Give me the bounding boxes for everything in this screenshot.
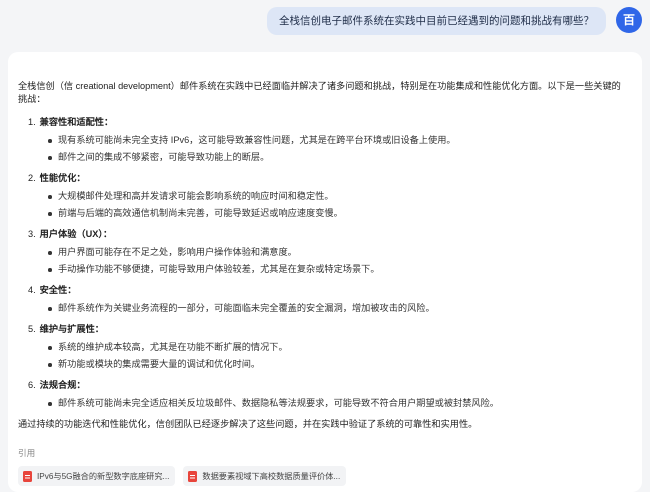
section-title: 5. 维护与扩展性： [28, 323, 630, 336]
list-item: 新功能或模块的集成需要大量的调试和优化时间。 [48, 358, 630, 371]
section-ux: 3. 用户体验（UX）： 用户界面可能存在不足之处，影响用户操作体验和满意度。 手… [18, 228, 630, 276]
section-title-text: 用户体验（UX）： [39, 229, 113, 239]
list-item: 系统的维护成本较高，尤其是在功能不断扩展的情况下。 [48, 341, 630, 354]
answer-summary: 通过持续的功能迭代和性能优化，信创团队已经逐步解决了这些问题，并在实践中验证了系… [18, 419, 478, 429]
section-title: 3. 用户体验（UX）： [28, 228, 630, 241]
section-title-text: 法规合规： [39, 380, 86, 390]
reference-title: IPv6与5G融合的新型数字底座研究... [37, 471, 170, 481]
section-title-text: 安全性： [39, 285, 77, 295]
section-number: 1. [28, 117, 36, 127]
reference-title: 数据要素视域下高校数据质量评价体... [202, 471, 341, 481]
assistant-answer-card: 全栈信创（信 creational development）邮件系统在实践中已经… [8, 52, 642, 492]
answer-intro: 全栈信创（信 creational development）邮件系统在实践中已经… [18, 81, 621, 104]
pdf-icon [188, 470, 198, 482]
section-compliance: 6. 法规合规： 邮件系统可能尚未完全适应相关反垃圾邮件、数据隐私等法规要求，可能… [18, 379, 630, 410]
section-number: 6. [28, 380, 36, 390]
section-maintenance: 5. 维护与扩展性： 系统的维护成本较高，尤其是在功能不断扩展的情况下。 新功能或… [18, 323, 630, 371]
list-item: 邮件系统可能尚未完全适应相关反垃圾邮件、数据隐私等法规要求，可能导致不符合用户期… [48, 397, 630, 410]
section-number: 4. [28, 285, 36, 295]
list-item: 大规模邮件处理和高并发请求可能会影响系统的响应时间和稳定性。 [48, 190, 630, 203]
references-list: IPv6与5G融合的新型数字底座研究... 数据要素视域下高校数据质量评价体..… [18, 466, 630, 486]
list-item: 邮件系统作为关键业务流程的一部分，可能面临未完全覆盖的安全漏洞，增加被攻击的风险… [48, 302, 630, 315]
bullet-list: 现有系统可能尚未完全支持 IPv6，这可能导致兼容性问题，尤其是在跨平台环境或旧… [18, 134, 630, 164]
user-message-row: 全栈信创电子邮件系统在实践中目前已经遇到的问题和挑战有哪些？ 百 [8, 7, 642, 35]
bullet-list: 用户界面可能存在不足之处，影响用户操作体验和满意度。 手动操作功能不够便捷，可能… [18, 246, 630, 276]
reference-item[interactable]: 数据要素视域下高校数据质量评价体... [183, 466, 347, 486]
user-question-bubble: 全栈信创电子邮件系统在实践中目前已经遇到的问题和挑战有哪些？ [267, 7, 606, 35]
reference-item[interactable]: IPv6与5G融合的新型数字底座研究... [18, 466, 176, 486]
references-label: 引用 [18, 448, 36, 458]
list-item: 手动操作功能不够便捷，可能导致用户体验较差，尤其是在复杂或特定场景下。 [48, 263, 630, 276]
list-item: 现有系统可能尚未完全支持 IPv6，这可能导致兼容性问题，尤其是在跨平台环境或旧… [48, 134, 630, 147]
section-title: 1. 兼容性和适配性： [28, 116, 630, 129]
bullet-list: 大规模邮件处理和高并发请求可能会影响系统的响应时间和稳定性。 前端与后端的高效通… [18, 190, 630, 220]
section-security: 4. 安全性： 邮件系统作为关键业务流程的一部分，可能面临未完全覆盖的安全漏洞，增… [18, 284, 630, 315]
section-number: 2. [28, 173, 36, 183]
bullet-list: 邮件系统作为关键业务流程的一部分，可能面临未完全覆盖的安全漏洞，增加被攻击的风险… [18, 302, 630, 315]
pdf-icon [23, 470, 32, 482]
section-title-text: 性能优化： [39, 173, 86, 183]
section-compatibility: 1. 兼容性和适配性： 现有系统可能尚未完全支持 IPv6，这可能导致兼容性问题，… [18, 116, 630, 164]
section-number: 5. [28, 324, 36, 334]
section-title: 6. 法规合规： [28, 379, 630, 392]
list-item: 前端与后端的高效通信机制尚未完善，可能导致延迟或响应速度变慢。 [48, 207, 630, 220]
user-avatar[interactable]: 百 [616, 7, 642, 33]
section-title-text: 兼容性和适配性： [39, 117, 114, 127]
section-title-text: 维护与扩展性： [39, 324, 104, 334]
section-number: 3. [28, 229, 36, 239]
section-title: 4. 安全性： [28, 284, 630, 297]
section-title: 2. 性能优化： [28, 172, 630, 185]
section-performance: 2. 性能优化： 大规模邮件处理和高并发请求可能会影响系统的响应时间和稳定性。 前… [18, 172, 630, 220]
bullet-list: 邮件系统可能尚未完全适应相关反垃圾邮件、数据隐私等法规要求，可能导致不符合用户期… [18, 397, 630, 410]
bullet-list: 系统的维护成本较高，尤其是在功能不断扩展的情况下。 新功能或模块的集成需要大量的… [18, 341, 630, 371]
list-item: 邮件之间的集成不够紧密，可能导致功能上的断层。 [48, 151, 630, 164]
list-item: 用户界面可能存在不足之处，影响用户操作体验和满意度。 [48, 246, 630, 259]
